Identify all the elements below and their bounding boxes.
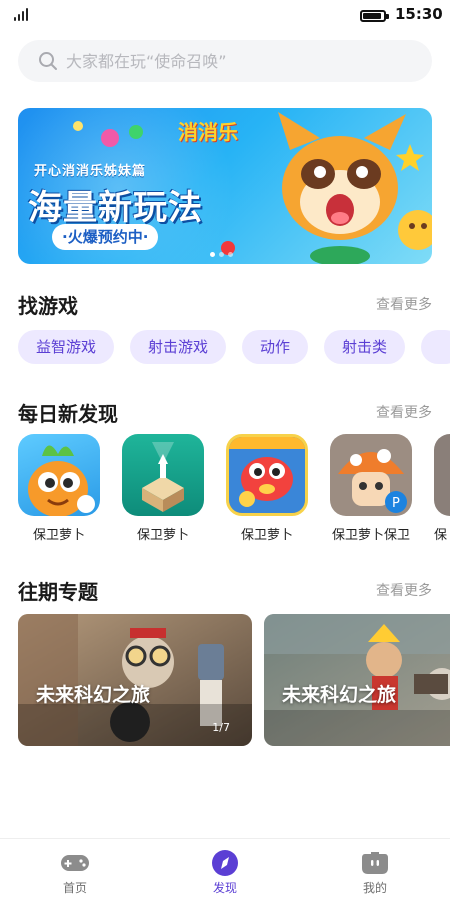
banner-title: 海量新玩法: [28, 188, 203, 228]
tab-discover[interactable]: 发现: [150, 839, 300, 900]
status-bar: 15:30: [0, 0, 450, 32]
app-item[interactable]: 保: [434, 434, 450, 543]
category-chips: 益智游戏 射击游戏 动作 射击类: [18, 330, 450, 364]
promo-banner[interactable]: 消消乐 开心消消乐姊妹篇 海量新玩法 ·火爆预约中·: [18, 108, 432, 264]
find-games-title: 找游戏: [18, 294, 78, 318]
chip-category[interactable]: 动作: [242, 330, 309, 364]
topic-image: [264, 614, 450, 746]
tab-profile[interactable]: 我的: [300, 839, 450, 900]
battery-icon: [360, 10, 389, 22]
chip-category[interactable]: 益智游戏: [18, 330, 115, 364]
app-item[interactable]: 保卫萝卜: [18, 434, 100, 543]
chip-category[interactable]: 射击游戏: [130, 330, 227, 364]
find-games-more-link[interactable]: 查看更多: [376, 294, 432, 314]
tab-label: 发现: [212, 881, 237, 895]
app-item[interactable]: 保卫萝卜: [122, 434, 204, 543]
daily-more-link[interactable]: 查看更多: [376, 402, 432, 422]
app-icon-mushroom: P: [330, 434, 412, 516]
topic-carousel: 未来科幻之旅 1/7 未来科幻之旅: [18, 614, 450, 746]
discover-screen: 15:30 消消乐 开心消消乐姊妹篇 海量新玩法 ·火爆预约中·: [0, 0, 450, 900]
search-bar[interactable]: [18, 40, 432, 82]
app-item[interactable]: 保卫萝卜: [226, 434, 308, 543]
app-item[interactable]: P 保卫萝卜保卫: [330, 434, 412, 543]
app-name: 保卫萝卜保卫: [331, 528, 410, 543]
profile-icon: [362, 852, 388, 874]
search-input[interactable]: [66, 40, 406, 82]
banner-pagination[interactable]: [210, 252, 237, 258]
tab-label: 我的: [362, 881, 387, 895]
app-name: 保卫萝卜: [32, 528, 85, 543]
app-icon-fish: [226, 434, 308, 516]
daily-app-list: 保卫萝卜 保卫萝卜 保卫萝卜 P 保卫萝卜保卫 保: [18, 434, 450, 546]
topic-title: 未来科幻之旅: [282, 684, 397, 706]
app-icon-carrot: [18, 434, 100, 516]
app-name: 保卫萝卜: [136, 528, 189, 543]
topics-title: 往期专题: [18, 580, 98, 604]
tab-home[interactable]: 首页: [0, 839, 150, 900]
banner-subtitle: 开心消消乐姊妹篇: [34, 164, 147, 179]
app-icon-partial: [434, 434, 450, 516]
svg-text:P: P: [392, 496, 400, 511]
topics-more-link[interactable]: 查看更多: [376, 580, 432, 600]
gamepad-icon: [61, 855, 89, 871]
daily-title: 每日新发现: [18, 402, 118, 426]
banner-logo: 消消乐: [178, 120, 238, 144]
signal-icon: [14, 7, 32, 21]
topic-title: 未来科幻之旅: [36, 684, 151, 706]
chip-category[interactable]: 射击类: [324, 330, 406, 364]
bottom-tab-bar: 首页 发现 我的: [0, 838, 450, 900]
tab-label: 首页: [62, 881, 87, 895]
search-icon: [39, 52, 57, 70]
status-time: 15:30: [395, 5, 443, 23]
app-icon-monument: [122, 434, 204, 516]
topic-card[interactable]: 未来科幻之旅: [264, 614, 450, 746]
topic-card[interactable]: 未来科幻之旅 1/7: [18, 614, 252, 746]
compass-icon: [212, 850, 238, 876]
app-name: 保: [434, 528, 448, 543]
topic-counter: 1/7: [212, 721, 230, 734]
app-name: 保卫萝卜: [240, 528, 293, 543]
chip-category-partial[interactable]: [421, 330, 450, 364]
mascot-illustration: [278, 112, 432, 264]
banner-tag: ·火爆预约中·: [52, 224, 159, 250]
